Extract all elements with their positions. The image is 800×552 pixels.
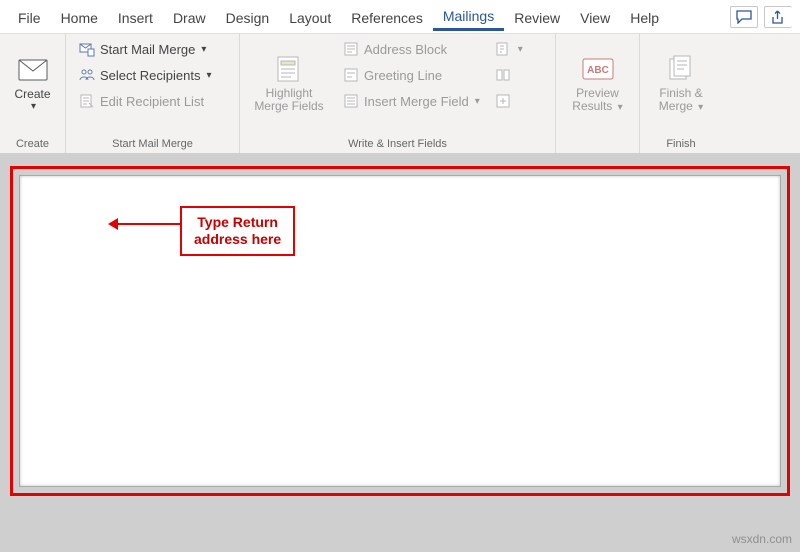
group-label-create: Create xyxy=(16,137,49,153)
comment-icon xyxy=(736,10,752,24)
tab-help[interactable]: Help xyxy=(620,4,669,30)
highlight-merge-fields-button: Highlight Merge Fields xyxy=(248,38,330,128)
create-envelopes-button[interactable]: Create ▾ xyxy=(4,38,62,128)
tab-references[interactable]: References xyxy=(341,4,433,30)
tab-design[interactable]: Design xyxy=(216,4,280,30)
group-label-write-insert: Write & Insert Fields xyxy=(348,137,447,153)
annotation-arrow-line xyxy=(116,223,180,225)
tab-view[interactable]: View xyxy=(570,4,620,30)
create-label: Create xyxy=(14,88,50,101)
address-block-label: Address Block xyxy=(364,42,447,57)
mail-merge-icon xyxy=(78,40,96,58)
greeting-line-button: Greeting Line xyxy=(342,64,480,86)
watermark-text: wsxdn.com xyxy=(732,532,792,546)
greeting-line-label: Greeting Line xyxy=(364,68,442,83)
chevron-down-icon: ▾ xyxy=(206,70,211,81)
edit-list-icon xyxy=(78,92,96,110)
share-icon xyxy=(772,10,786,24)
chevron-down-icon: ▾ xyxy=(31,101,36,112)
ribbon: Create ▾ Create Start Mail Merge ▾ xyxy=(0,34,800,154)
finish-icon xyxy=(663,53,699,85)
update-labels-icon xyxy=(494,92,512,110)
svg-text:ABC: ABC xyxy=(587,65,609,76)
match-fields-button xyxy=(494,64,523,86)
preview-line2: Results xyxy=(572,99,612,113)
callout-line2: address here xyxy=(194,231,281,248)
insert-merge-field-label: Insert Merge Field xyxy=(364,94,469,109)
address-block-button: Address Block xyxy=(342,38,480,60)
select-recipients-label: Select Recipients xyxy=(100,68,200,83)
preview-results-button: ABC Preview Results ▾ xyxy=(560,38,636,128)
insert-field-icon xyxy=(342,92,360,110)
chevron-down-icon: ▾ xyxy=(201,44,206,55)
preview-icon: ABC xyxy=(580,53,616,85)
tab-home[interactable]: Home xyxy=(51,4,108,30)
recipients-icon xyxy=(78,66,96,84)
select-recipients-button[interactable]: Select Recipients ▾ xyxy=(78,64,231,86)
envelope-icon xyxy=(15,54,51,86)
match-fields-icon xyxy=(494,66,512,84)
edit-recipient-list-label: Edit Recipient List xyxy=(100,94,204,109)
address-block-icon xyxy=(342,40,360,58)
highlight-icon xyxy=(271,53,307,85)
group-label-finish: Finish xyxy=(666,137,695,153)
callout-line1: Type Return xyxy=(194,214,281,231)
tab-layout[interactable]: Layout xyxy=(279,4,341,30)
finish-merge-button: Finish & Merge ▾ xyxy=(643,38,719,128)
group-label-start-mail-merge: Start Mail Merge xyxy=(112,137,193,153)
rules-button: ▾ xyxy=(494,38,523,60)
tab-mailings[interactable]: Mailings xyxy=(433,2,504,31)
rules-icon xyxy=(494,40,512,58)
update-labels-button xyxy=(494,90,523,112)
envelope-document[interactable]: Type Return address here xyxy=(19,175,781,487)
comments-button[interactable] xyxy=(730,6,758,28)
chevron-down-icon: ▾ xyxy=(475,96,480,107)
menu-tab-bar: File Home Insert Draw Design Layout Refe… xyxy=(0,0,800,34)
highlight-line2: Merge Fields xyxy=(254,100,323,113)
share-button[interactable] xyxy=(764,6,792,28)
edit-recipient-list-button: Edit Recipient List xyxy=(78,90,231,112)
greeting-line-icon xyxy=(342,66,360,84)
annotation-frame: Type Return address here xyxy=(10,166,790,496)
start-mail-merge-label: Start Mail Merge xyxy=(100,42,195,57)
chevron-down-icon: ▾ xyxy=(618,102,623,113)
tab-file[interactable]: File xyxy=(8,4,51,30)
finish-line2: Merge xyxy=(659,99,693,113)
annotation-callout: Type Return address here xyxy=(180,206,295,256)
tab-review[interactable]: Review xyxy=(504,4,570,30)
tab-draw[interactable]: Draw xyxy=(163,4,216,30)
tab-insert[interactable]: Insert xyxy=(108,4,163,30)
chevron-down-icon: ▾ xyxy=(698,102,703,113)
chevron-down-icon: ▾ xyxy=(518,44,523,55)
start-mail-merge-button[interactable]: Start Mail Merge ▾ xyxy=(78,38,231,60)
document-area: Type Return address here xyxy=(0,154,800,552)
insert-merge-field-button: Insert Merge Field ▾ xyxy=(342,90,480,112)
